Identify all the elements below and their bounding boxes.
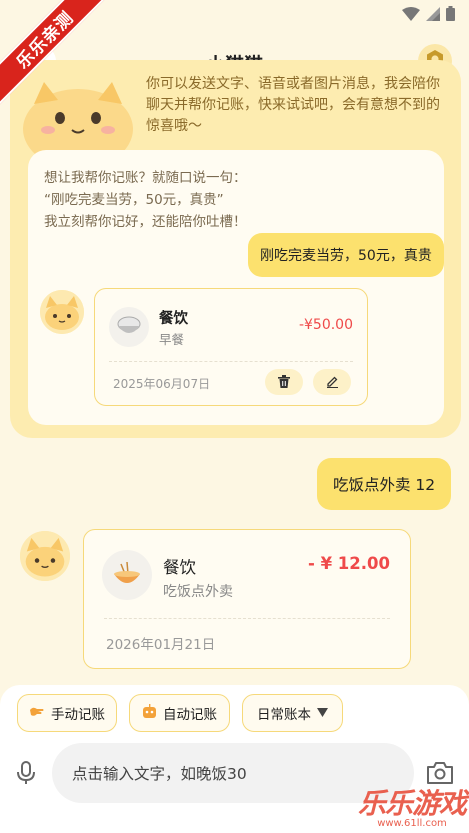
divider [109, 361, 353, 362]
input-placeholder: 点击输入文字，如晚饭30 [72, 765, 247, 783]
intro-card: 你可以发送文字、语音或者图片消息，我会陪你聊天并帮你记账，快来试试吧，会有意想不… [10, 60, 461, 438]
record-date: 2025年06月07日 [113, 377, 211, 391]
bottom-panel: 手动记账 自动记账 日常账本 点击输入文字，如晚饭30 乐乐游戏 www.61l… [0, 685, 469, 833]
signal-icon [426, 6, 440, 21]
trash-icon [278, 373, 290, 392]
battery-icon [446, 6, 455, 21]
ribbon-text: 乐乐亲测 [0, 0, 110, 107]
edit-button[interactable] [313, 369, 351, 395]
cat-avatar-icon [20, 531, 70, 581]
prompt-line: 我立刻帮你记好，还能陪你吐槽！ [44, 214, 247, 230]
caret-down-icon [317, 705, 328, 721]
noodle-bowl-icon [102, 550, 152, 600]
microphone-icon [14, 761, 38, 789]
example-record-card[interactable]: 餐饮 早餐 -¥50.00 2025年06月07日 [94, 288, 368, 406]
prompt-line: “刚吃完麦当劳，50元，真贵” [44, 192, 224, 208]
auto-record-button[interactable]: 自动记账 [129, 694, 230, 732]
chip-label: 自动记账 [163, 707, 217, 723]
record-subcategory: 早餐 [159, 332, 185, 347]
rice-bowl-icon [109, 307, 149, 347]
corner-ribbon: 乐乐亲测 [0, 0, 110, 110]
example-user-bubble: 刚吃完麦当劳，50元，真贵 [248, 233, 444, 277]
prompt-line: 想让我帮你记账？就随口说一句： [44, 170, 247, 186]
divider [104, 618, 390, 619]
record-amount: -¥50.00 [298, 317, 353, 333]
cat-avatar-icon [40, 290, 84, 334]
user-message-bubble: 吃饭点外卖 12 [317, 458, 452, 510]
record-amount: - ¥ 12.00 [307, 554, 390, 573]
robot-icon [142, 703, 157, 723]
record-category: 餐饮 [163, 558, 196, 577]
ledger-select[interactable]: 日常账本 [242, 694, 343, 732]
chip-label: 日常账本 [257, 707, 311, 723]
record-date: 2026年01月21日 [106, 637, 216, 653]
record-subcategory: 吃饭点外卖 [163, 584, 233, 600]
chip-label: 手动记账 [51, 707, 105, 723]
example-card: 想让我帮你记账？就随口说一句： “刚吃完麦当劳，50元，真贵” 我立刻帮你记好，… [28, 150, 444, 425]
manual-record-button[interactable]: 手动记账 [17, 694, 117, 732]
watermark-logo: 乐乐游戏 www.61ll.com [357, 782, 467, 829]
hand-icon [29, 704, 45, 722]
intro-text: 你可以发送文字、语音或者图片消息，我会陪你聊天并帮你记账，快来试试吧，会有意想不… [146, 76, 440, 134]
watermark-main: 乐乐游戏 [357, 787, 467, 820]
microphone-button[interactable] [14, 761, 38, 785]
delete-button[interactable] [265, 369, 303, 395]
wifi-icon [402, 6, 420, 21]
record-category: 餐饮 [159, 311, 188, 327]
example-bubble-text: 刚吃完麦当劳，50元，真贵 [260, 248, 432, 264]
record-card[interactable]: 餐饮 吃饭点外卖 - ¥ 12.00 2026年01月21日 [83, 529, 411, 669]
user-message-text: 吃饭点外卖 12 [333, 476, 436, 494]
pencil-icon [326, 373, 339, 392]
